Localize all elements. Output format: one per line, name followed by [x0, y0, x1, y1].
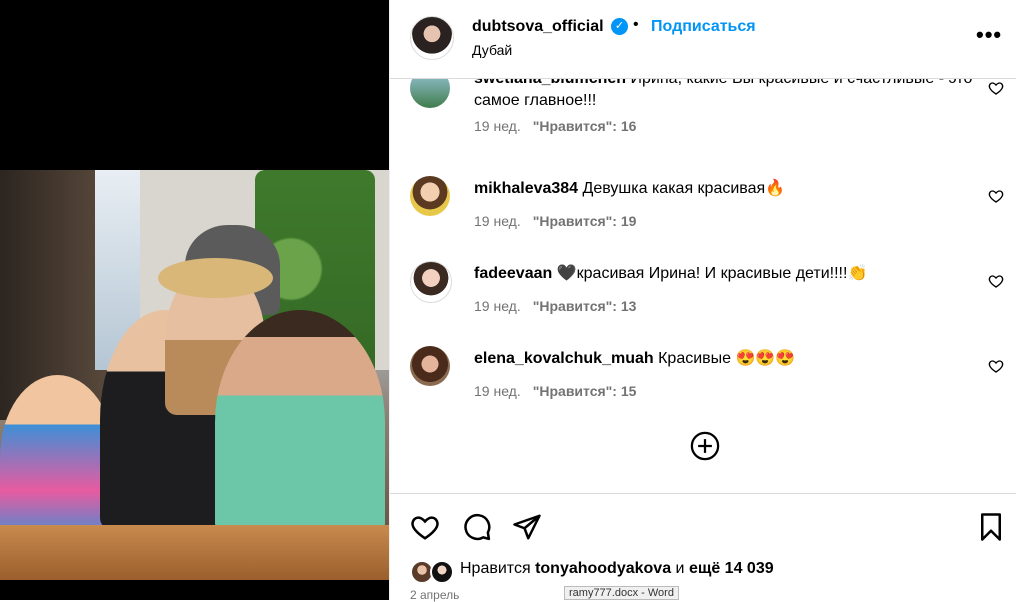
save-bookmark-icon[interactable] [976, 512, 1006, 542]
share-icon[interactable] [512, 512, 542, 542]
comment-time[interactable]: 19 нед. [474, 298, 521, 314]
comments-list[interactable]: swetlana_blumchen Ирина, какие Вы красив… [390, 78, 1016, 493]
post-header: dubtsova_official ✓ • Подписаться Дубай … [390, 0, 1016, 79]
separator-dot: • [633, 16, 639, 33]
like-comment-icon[interactable] [988, 273, 1004, 289]
likes-summary: Нравится tonyahoodyakova и ещё 14 039 [460, 560, 774, 578]
photo-person-girl [215, 310, 385, 535]
comment-avatar[interactable] [410, 176, 450, 216]
comment-body: fadeevaan 🖤красивая Ирина! И красивые де… [474, 263, 974, 285]
likes-middle: и [675, 560, 685, 577]
likes-count[interactable]: ещё 14 039 [689, 560, 774, 577]
photo-table [0, 525, 389, 580]
comment-text: Девушка какая красивая🔥 [582, 180, 786, 197]
comment-time[interactable]: 19 нед. [474, 213, 521, 229]
comment-avatar[interactable] [410, 261, 452, 303]
post-media[interactable] [0, 0, 389, 600]
comment-body: swetlana_blumchen Ирина, какие Вы красив… [474, 78, 974, 112]
comment-username[interactable]: fadeevaan [474, 265, 552, 282]
comment-likes[interactable]: "Нравится": 16 [533, 118, 637, 134]
author-username[interactable]: dubtsova_official [472, 18, 604, 36]
comment-meta: 19 нед. "Нравится": 19 [474, 213, 636, 229]
liker-avatar[interactable] [430, 560, 454, 584]
post-photo[interactable] [0, 170, 389, 580]
liker-username[interactable]: tonyahoodyakova [535, 560, 671, 577]
photo-hat [158, 258, 273, 298]
like-comment-icon[interactable] [988, 358, 1004, 374]
comment-avatar[interactable] [410, 346, 450, 386]
comment-avatar[interactable] [410, 78, 450, 108]
comment-username[interactable]: swetlana_blumchen [474, 78, 626, 87]
like-comment-icon[interactable] [988, 188, 1004, 204]
like-comment-icon[interactable] [988, 80, 1004, 96]
verified-badge-icon: ✓ [611, 18, 628, 35]
comment-body: mikhaleva384 Девушка какая красивая🔥 [474, 178, 974, 200]
comment-username[interactable]: elena_kovalchuk_muah [474, 350, 654, 367]
comment-meta: 19 нед. "Нравится": 15 [474, 383, 636, 399]
comment-time[interactable]: 19 нед. [474, 118, 521, 134]
comment-meta: 19 нед. "Нравится": 16 [474, 118, 636, 134]
follow-button[interactable]: Подписаться [651, 18, 756, 36]
like-icon[interactable] [410, 512, 440, 542]
comment-body: elena_kovalchuk_muah Красивые 😍😍😍 [474, 348, 974, 370]
comment-likes[interactable]: "Нравится": 19 [533, 213, 637, 229]
comment-text: Красивые 😍😍😍 [658, 350, 796, 367]
comment-time[interactable]: 19 нед. [474, 383, 521, 399]
comment-text: 🖤красивая Ирина! И красивые дети!!!!👏 [556, 265, 868, 282]
comment-likes[interactable]: "Нравится": 15 [533, 383, 637, 399]
comment-likes[interactable]: "Нравится": 13 [533, 298, 637, 314]
post-side-panel: dubtsova_official ✓ • Подписаться Дубай … [389, 0, 1016, 602]
more-options-icon[interactable]: ••• [976, 22, 1002, 48]
post-actions-bar: Нравится tonyahoodyakova и ещё 14 039 2 … [390, 493, 1016, 602]
taskbar-tooltip: ramy777.docx - Word [564, 586, 679, 600]
comment-icon[interactable] [462, 512, 492, 542]
load-more-comments-icon[interactable] [690, 431, 720, 461]
post-location[interactable]: Дубай [472, 42, 512, 58]
comment-meta: 19 нед. "Нравится": 13 [474, 298, 636, 314]
author-avatar[interactable] [410, 16, 454, 60]
photo-person-boy [0, 375, 115, 540]
likes-prefix: Нравится [460, 560, 531, 577]
comment-username[interactable]: mikhaleva384 [474, 180, 578, 197]
